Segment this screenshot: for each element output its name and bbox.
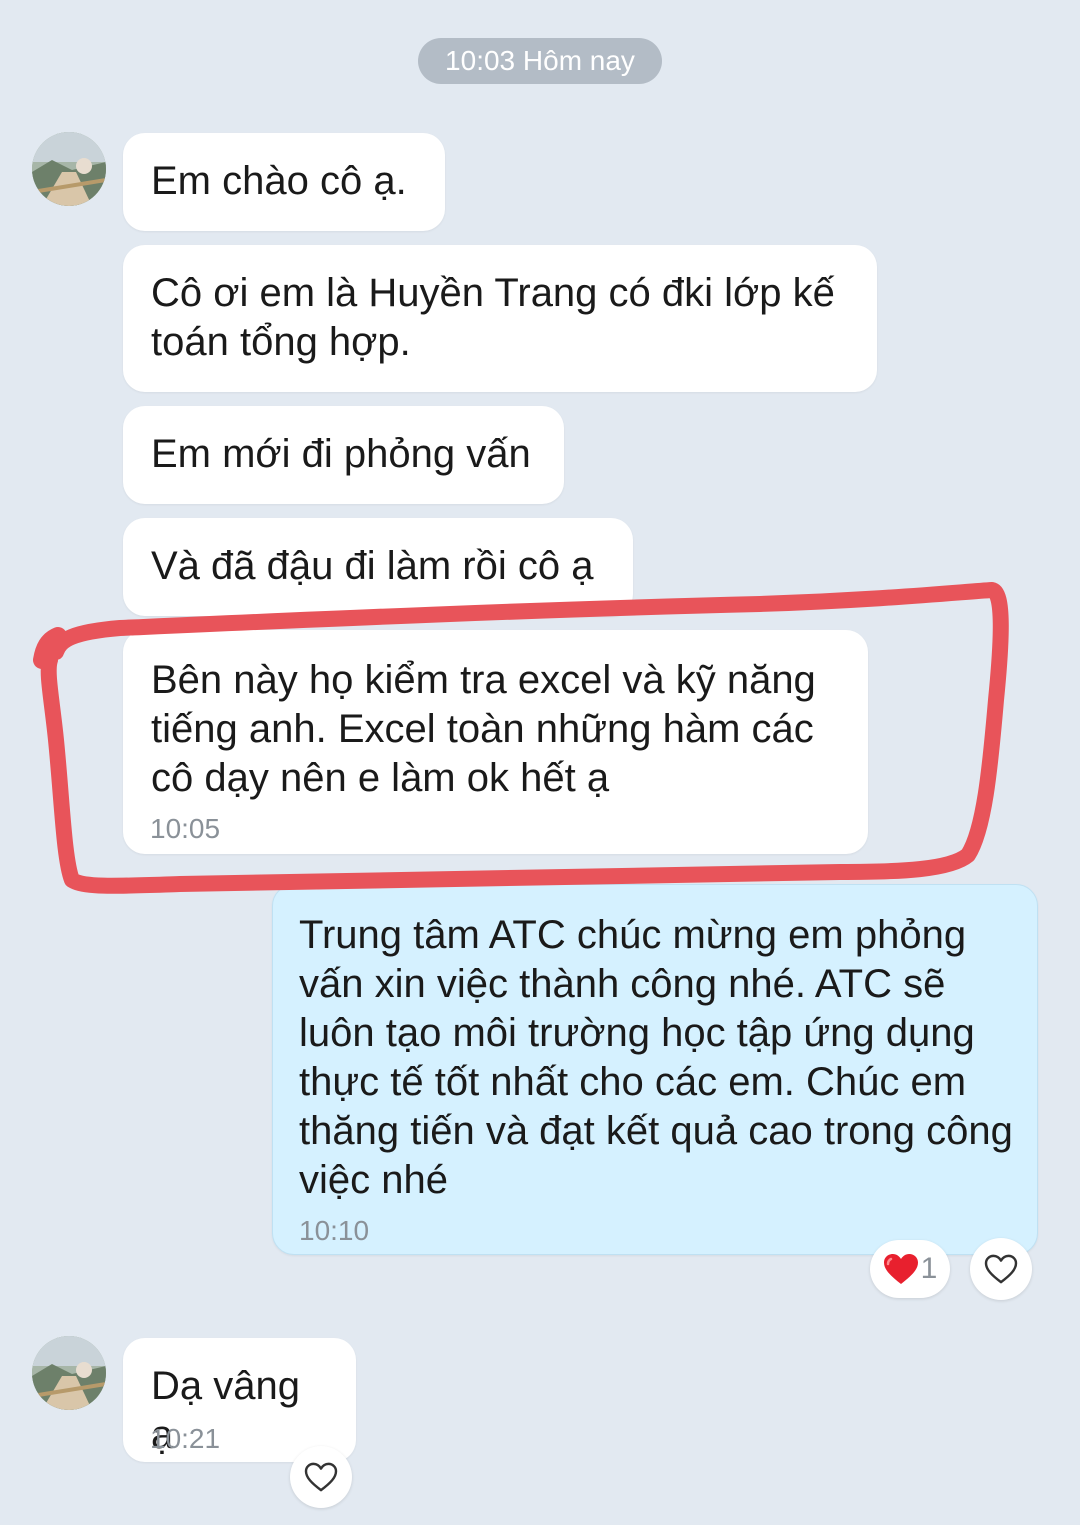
- message-time: 10:05: [150, 813, 221, 844]
- message-text: Em chào cô ạ.: [151, 159, 407, 203]
- message-time: 10:21: [150, 1423, 221, 1454]
- heart-outline-icon: [304, 1462, 338, 1492]
- message-text: Cô ơi em là Huyền Trang có đki lớp kế to…: [151, 271, 835, 364]
- message-time: 10:10: [299, 1215, 370, 1246]
- message-bubble[interactable]: Em chào cô ạ.: [123, 133, 445, 231]
- chat-view: 10:03 Hôm nay Em chào cô ạ. Cô ơi em là …: [0, 0, 1080, 1525]
- message-text: Bên này họ kiểm tra excel và kỹ năng tiế…: [151, 658, 816, 800]
- message-text: Trung tâm ATC chúc mừng em phỏng vấn xin…: [299, 913, 1013, 1202]
- contact-avatar[interactable]: [32, 1336, 106, 1410]
- message-bubble[interactable]: Em mới đi phỏng vấn: [123, 406, 564, 504]
- message-bubble[interactable]: Và đã đậu đi làm rồi cô ạ: [123, 518, 633, 616]
- message-bubble[interactable]: Cô ơi em là Huyền Trang có đki lớp kế to…: [123, 245, 877, 392]
- reaction-count: 1: [920, 1252, 938, 1285]
- contact-avatar[interactable]: [32, 132, 106, 206]
- message-text: Và đã đậu đi làm rồi cô ạ: [151, 544, 594, 588]
- date-divider: 10:03 Hôm nay: [418, 38, 662, 84]
- react-button[interactable]: [290, 1446, 352, 1508]
- reaction-summary[interactable]: 1: [870, 1240, 950, 1298]
- message-bubble-outgoing[interactable]: Trung tâm ATC chúc mừng em phỏng vấn xin…: [272, 884, 1038, 1255]
- message-bubble[interactable]: Bên này họ kiểm tra excel và kỹ năng tiế…: [123, 630, 868, 854]
- message-bubble[interactable]: Dạ vâng ạ 10:21: [123, 1338, 356, 1462]
- heart-filled-icon: [883, 1253, 919, 1285]
- heart-outline-icon: [984, 1254, 1018, 1284]
- react-button[interactable]: [970, 1238, 1032, 1300]
- message-text: Em mới đi phỏng vấn: [151, 432, 531, 476]
